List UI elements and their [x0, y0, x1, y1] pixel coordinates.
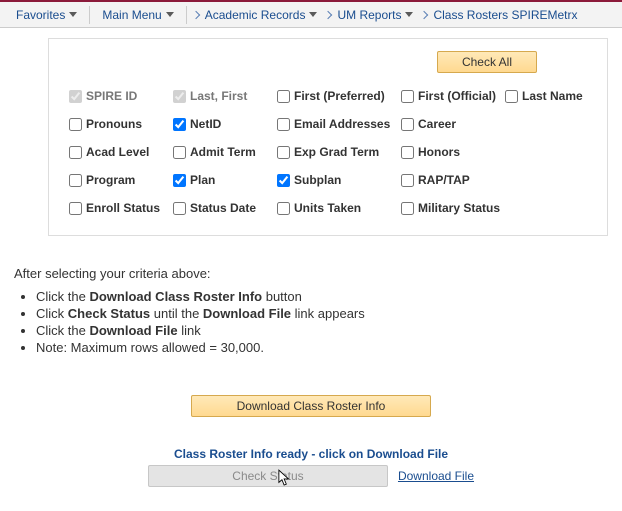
checkbox-email[interactable]: [277, 118, 290, 131]
instruction-item: Click the Download Class Roster Info but…: [36, 289, 622, 304]
checkbox-pronouns[interactable]: [69, 118, 82, 131]
field-label: Status Date: [190, 201, 256, 215]
field-label: Enroll Status: [86, 201, 160, 215]
check-status-button: Check Status: [148, 465, 388, 487]
field-label: Units Taken: [294, 201, 361, 215]
field-label: Email Addresses: [294, 117, 390, 131]
field-first-preferred[interactable]: First (Preferred): [277, 89, 397, 103]
breadcrumb-academic-records[interactable]: Academic Records: [189, 8, 322, 22]
checkbox-status-date[interactable]: [173, 202, 186, 215]
field-label: Honors: [418, 145, 460, 159]
field-units-taken[interactable]: Units Taken: [277, 201, 397, 215]
breadcrumb-label: Academic Records: [205, 8, 306, 22]
field-label: Pronouns: [86, 117, 142, 131]
caret-down-icon: [309, 12, 317, 17]
field-label: Program: [86, 173, 135, 187]
field-netid[interactable]: NetID: [173, 117, 273, 131]
field-last-first: Last, First: [173, 89, 273, 103]
field-raptap[interactable]: RAP/TAP: [401, 173, 501, 187]
breadcrumb-label: Class Rosters SPIREMetrx: [433, 8, 577, 22]
checkbox-first-preferred[interactable]: [277, 90, 290, 103]
field-military[interactable]: Military Status: [401, 201, 501, 215]
chevron-right-icon: [191, 10, 199, 18]
field-label: Plan: [190, 173, 215, 187]
field-spire-id: SPIRE ID: [69, 89, 169, 103]
field-label: Subplan: [294, 173, 341, 187]
top-nav: Favorites Main Menu Academic Records UM …: [0, 0, 622, 28]
checkbox-last-first: [173, 90, 186, 103]
field-pronouns[interactable]: Pronouns: [69, 117, 169, 131]
field-label: Admit Term: [190, 145, 256, 159]
field-label: Exp Grad Term: [294, 145, 379, 159]
field-last-name[interactable]: Last Name: [505, 89, 595, 103]
instructions: After selecting your criteria above: Cli…: [14, 266, 622, 355]
field-status-date[interactable]: Status Date: [173, 201, 273, 215]
check-all-button[interactable]: Check All: [437, 51, 537, 73]
checkbox-acad-level[interactable]: [69, 146, 82, 159]
nav-separator: [186, 6, 187, 24]
check-status-row: Check Status Download File: [0, 465, 622, 487]
checkbox-exp-grad[interactable]: [277, 146, 290, 159]
checkbox-admit-term[interactable]: [173, 146, 186, 159]
instruction-item: Click Check Status until the Download Fi…: [36, 306, 622, 321]
field-enroll-status[interactable]: Enroll Status: [69, 201, 169, 215]
breadcrumb-label: UM Reports: [337, 8, 401, 22]
field-label: Military Status: [418, 201, 500, 215]
caret-down-icon: [69, 12, 77, 17]
checkbox-military[interactable]: [401, 202, 414, 215]
nav-separator: [89, 6, 90, 24]
chevron-right-icon: [420, 10, 428, 18]
instruction-item: Note: Maximum rows allowed = 30,000.: [36, 340, 622, 355]
checkbox-raptap[interactable]: [401, 174, 414, 187]
breadcrumb-um-reports[interactable]: UM Reports: [321, 8, 417, 22]
field-program[interactable]: Program: [69, 173, 169, 187]
instructions-intro: After selecting your criteria above:: [14, 266, 622, 281]
field-acad-level[interactable]: Acad Level: [69, 145, 169, 159]
instruction-item: Click the Download File link: [36, 323, 622, 338]
checkbox-subplan[interactable]: [277, 174, 290, 187]
nav-favorites[interactable]: Favorites: [6, 8, 87, 22]
field-label: SPIRE ID: [86, 89, 137, 103]
field-label: First (Preferred): [294, 89, 385, 103]
field-subplan[interactable]: Subplan: [277, 173, 397, 187]
download-class-roster-button[interactable]: Download Class Roster Info: [191, 395, 431, 417]
field-label: Acad Level: [86, 145, 149, 159]
checkbox-program[interactable]: [69, 174, 82, 187]
field-first-official[interactable]: First (Official): [401, 89, 501, 103]
caret-down-icon: [405, 12, 413, 17]
checkbox-plan[interactable]: [173, 174, 186, 187]
breadcrumb-class-rosters[interactable]: Class Rosters SPIREMetrx: [417, 8, 581, 22]
field-label: NetID: [190, 117, 221, 131]
download-file-link[interactable]: Download File: [398, 469, 474, 483]
nav-favorites-label: Favorites: [16, 8, 65, 22]
field-exp-grad[interactable]: Exp Grad Term: [277, 145, 397, 159]
nav-main-menu-label: Main Menu: [102, 8, 161, 22]
field-email[interactable]: Email Addresses: [277, 117, 397, 131]
caret-down-icon: [166, 12, 174, 17]
checkbox-enroll-status[interactable]: [69, 202, 82, 215]
field-admit-term[interactable]: Admit Term: [173, 145, 273, 159]
field-honors[interactable]: Honors: [401, 145, 501, 159]
field-label: Career: [418, 117, 456, 131]
instructions-list: Click the Download Class Roster Info but…: [36, 289, 622, 355]
field-label: Last Name: [522, 89, 583, 103]
criteria-panel: Check All SPIRE ID Last, First First (Pr…: [48, 38, 608, 236]
status-message: Class Roster Info ready - click on Downl…: [0, 447, 622, 461]
action-area: Download Class Roster Info Class Roster …: [0, 395, 622, 487]
checkbox-spire-id: [69, 90, 82, 103]
nav-main-menu[interactable]: Main Menu: [92, 8, 183, 22]
field-career[interactable]: Career: [401, 117, 501, 131]
field-label: Last, First: [190, 89, 247, 103]
criteria-grid: SPIRE ID Last, First First (Preferred) F…: [69, 89, 587, 215]
checkbox-career[interactable]: [401, 118, 414, 131]
field-label: First (Official): [418, 89, 496, 103]
checkbox-units-taken[interactable]: [277, 202, 290, 215]
checkbox-netid[interactable]: [173, 118, 186, 131]
chevron-right-icon: [324, 10, 332, 18]
field-label: RAP/TAP: [418, 173, 470, 187]
field-plan[interactable]: Plan: [173, 173, 273, 187]
checkbox-last-name[interactable]: [505, 90, 518, 103]
checkbox-first-official[interactable]: [401, 90, 414, 103]
checkbox-honors[interactable]: [401, 146, 414, 159]
